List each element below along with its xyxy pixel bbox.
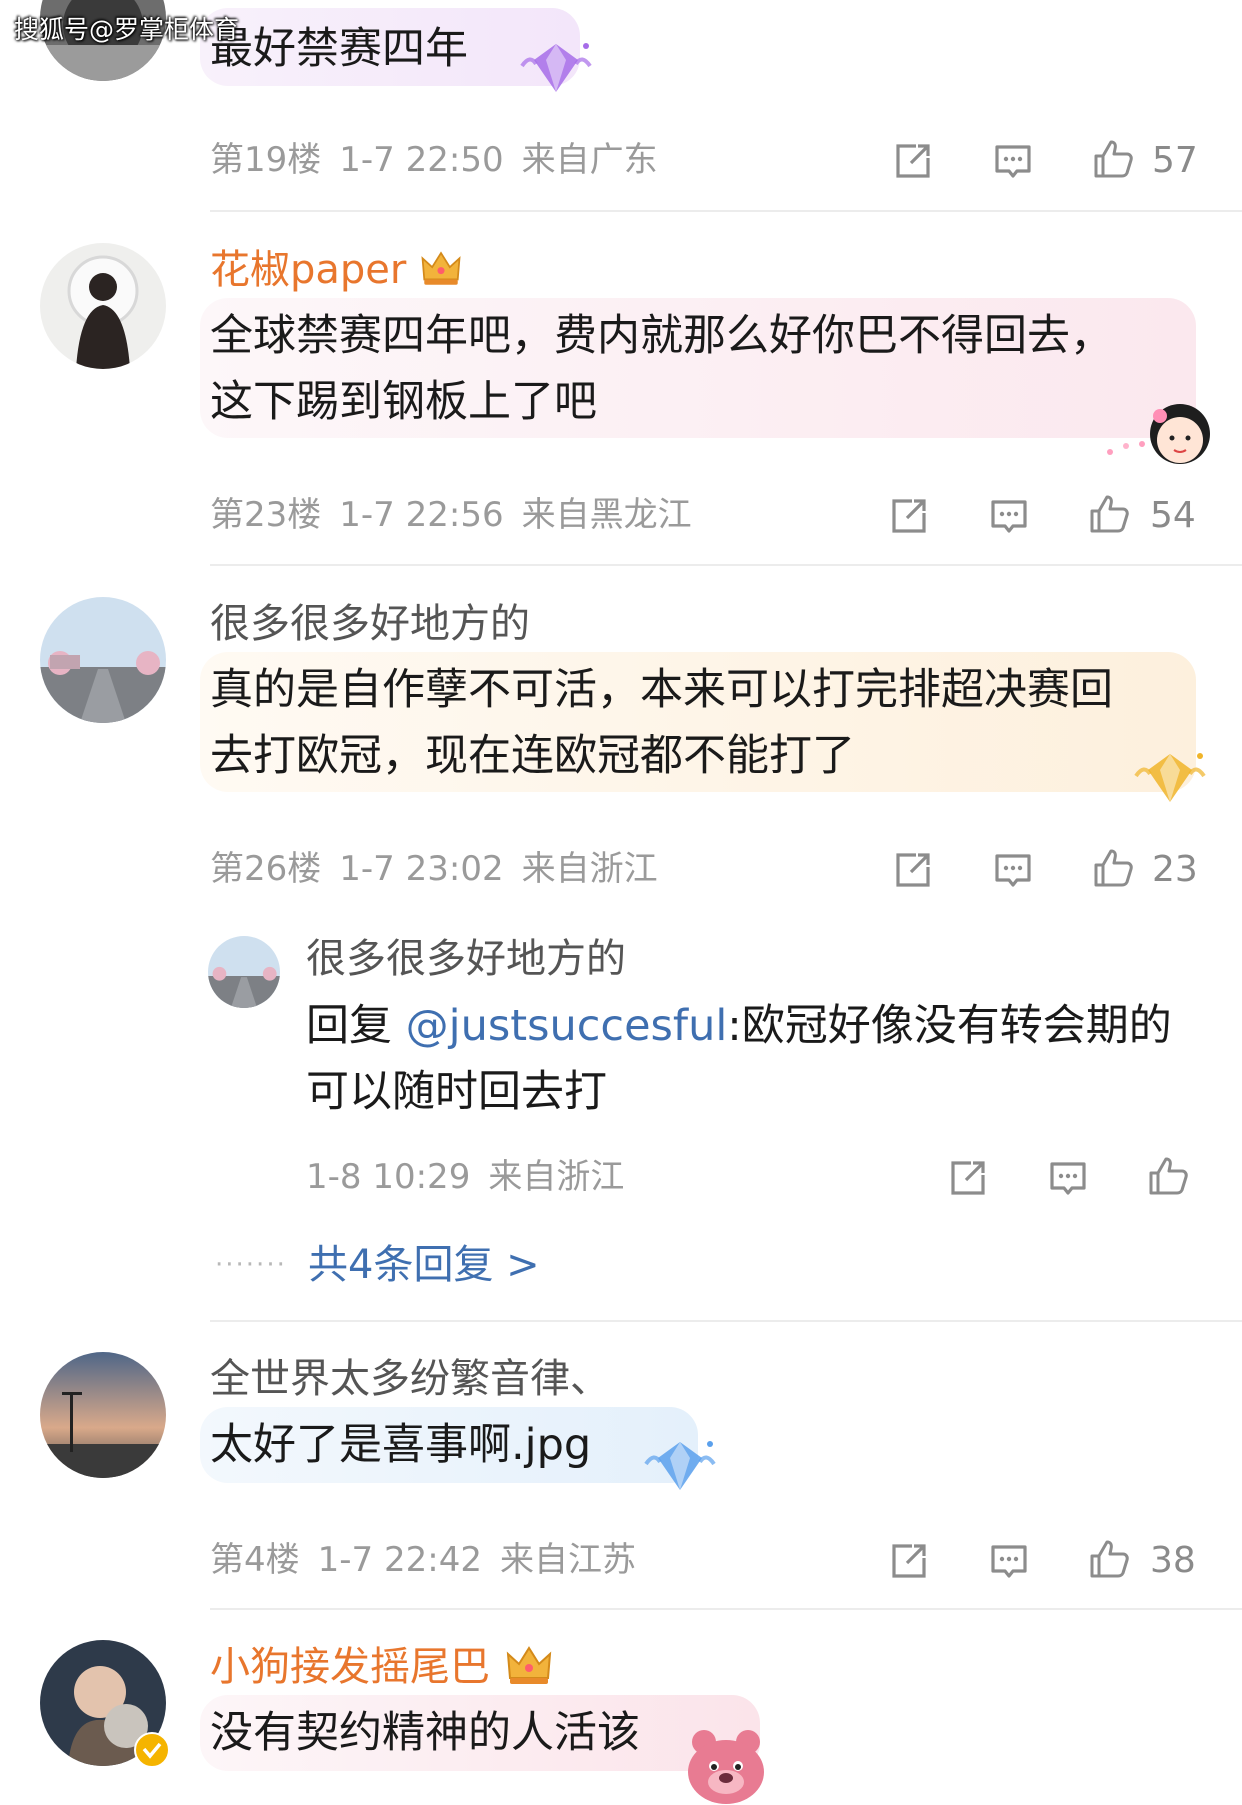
comment-location: 来自广东 [521,140,658,180]
like-count: 57 [1152,140,1198,181]
mention-link[interactable]: @justsuccesful [406,1001,728,1051]
username[interactable]: 花椒paper [210,246,463,294]
floor-number: 第19楼 [210,140,322,180]
comment-icon[interactable] [990,138,1036,184]
floor-number: 第23楼 [210,495,322,535]
gold-gem-icon [1130,748,1210,808]
cartoon-girl-icon [1096,396,1216,466]
watermark: 搜狐号@罗掌柜体育 [14,15,240,44]
username[interactable]: 小狗接发摇尾巴 [210,1643,555,1692]
comment-content: 这下踢到钢板上了吧 [210,377,597,427]
reply-time: 1-8 10:29 [306,1157,471,1197]
comment-content: 真的是自作孽不可活，本来可以打完排超决赛回 [210,665,1113,715]
like-count: 38 [1150,1540,1196,1581]
comment-content: 太好了是喜事啊.jpg [210,1420,592,1470]
comment-meta: 第19楼 1-7 22:50 来自广东 [210,140,676,180]
blue-gem-icon [640,1436,720,1496]
comment-time: 1-7 23:02 [339,849,504,889]
divider [210,1320,1242,1322]
comment-icon[interactable] [986,493,1032,539]
like-icon[interactable] [1090,136,1136,182]
like-icon[interactable] [1086,491,1132,537]
comment-icon[interactable] [1045,1155,1091,1201]
reply-content: 回复 @justsuccesful:欧冠好像没有转会期的 [306,1001,1172,1051]
like-count: 54 [1150,495,1196,536]
share-icon[interactable] [886,1538,932,1584]
comment-meta: 第26楼 1-7 23:02 来自浙江 [210,849,676,889]
share-icon[interactable] [886,493,932,539]
comment-meta: 第4楼 1-7 22:42 来自江苏 [210,1540,654,1580]
crown-icon [419,247,463,289]
comment-location: 来自黑龙江 [521,495,692,535]
verified-badge-icon [134,1732,170,1768]
comment-icon[interactable] [986,1538,1032,1584]
comment-content: 最好禁赛四年 [210,24,468,74]
avatar[interactable] [40,1352,166,1478]
share-icon[interactable] [945,1155,991,1201]
purple-gem-icon [516,38,596,98]
like-icon[interactable] [1086,1536,1132,1582]
reply-avatar[interactable] [208,936,280,1008]
comment-content: 没有契约精神的人活该 [210,1708,640,1758]
share-icon[interactable] [890,138,936,184]
comment-time: 1-7 22:42 [317,1540,482,1580]
like-icon[interactable] [1145,1153,1191,1199]
comment-content: 全球禁赛四年吧，费内就那么好你巴不得回去， [210,311,1113,361]
more-replies-link[interactable]: 共4条回复 > [308,1240,540,1290]
comment-location: 来自江苏 [499,1540,636,1580]
dots-separator: ······· [215,1250,287,1280]
comment-icon[interactable] [990,847,1036,893]
pink-bear-icon [676,1722,776,1805]
comment-time: 1-7 22:56 [339,495,504,535]
floor-number: 第26楼 [210,849,322,889]
divider [210,210,1242,212]
username[interactable]: 全世界太多纷繁音律、 [210,1355,610,1403]
comment-time: 1-7 22:50 [339,140,504,180]
comment-content: 去打欧冠，现在连欧冠都不能打了 [210,731,855,781]
divider [210,1608,1242,1610]
reply-meta: 1-8 10:29 来自浙江 [306,1157,642,1197]
avatar[interactable] [40,597,166,723]
avatar[interactable] [40,243,166,369]
share-icon[interactable] [890,847,936,893]
divider [210,564,1242,566]
like-count: 23 [1152,849,1198,890]
comment-meta: 第23楼 1-7 22:56 来自黑龙江 [210,495,710,535]
reply-location: 来自浙江 [488,1157,625,1197]
crown-icon [503,1642,555,1688]
reply-content: 可以随时回去打 [306,1067,607,1117]
comment-location: 来自浙江 [521,849,658,889]
username[interactable]: 很多很多好地方的 [210,600,530,648]
like-icon[interactable] [1090,845,1136,891]
reply-username[interactable]: 很多很多好地方的 [306,935,626,983]
floor-number: 第4楼 [210,1540,300,1580]
